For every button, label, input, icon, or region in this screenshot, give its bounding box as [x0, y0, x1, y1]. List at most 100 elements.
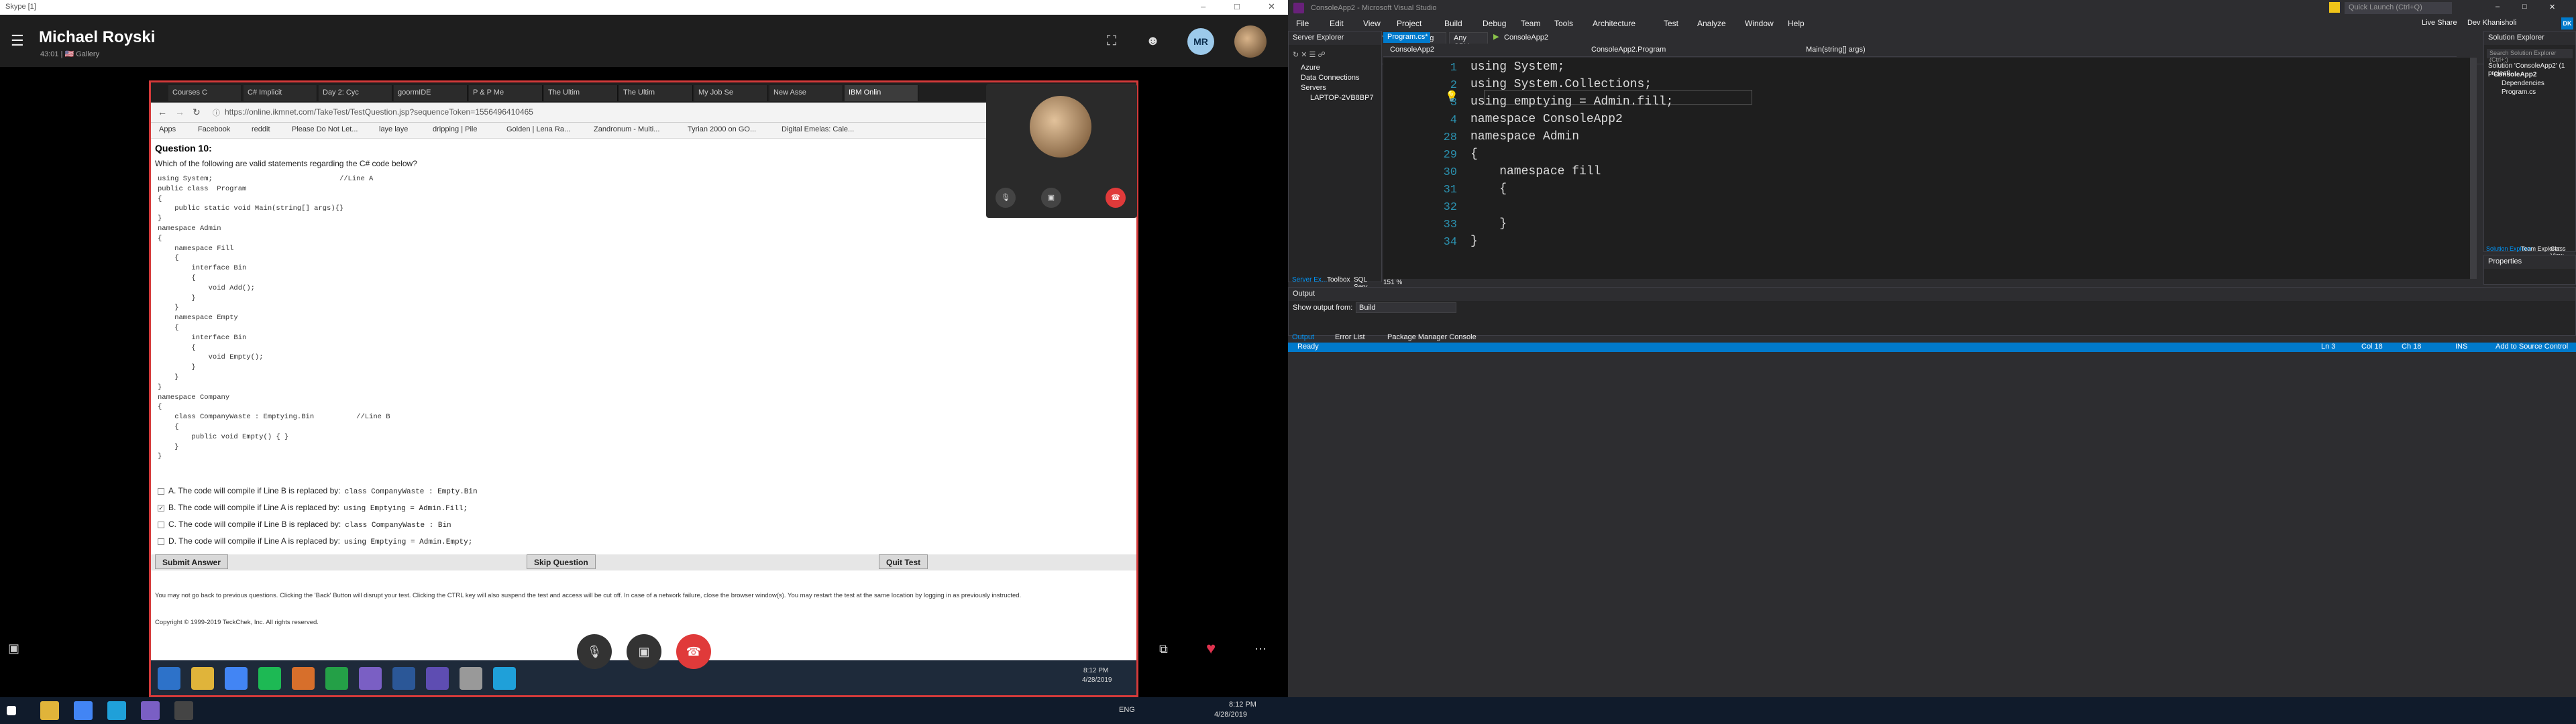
tree-item-azure[interactable]: Azure	[1301, 64, 1320, 72]
url-field[interactable]: https://online.ikmnet.com/TakeTest/TestQ…	[225, 107, 533, 117]
tab-error-list[interactable]: Error List	[1335, 333, 1365, 341]
skype-icon[interactable]	[107, 701, 126, 720]
more-options-icon[interactable]: ⋯	[1254, 642, 1267, 656]
tree-item-project[interactable]: ConsoleApp2	[2493, 71, 2536, 78]
visual-studio-icon-2[interactable]	[426, 667, 449, 690]
browser-tab[interactable]: The Ultim	[544, 85, 618, 101]
quit-test-button[interactable]: Quit Test	[879, 554, 928, 569]
start-icon[interactable]: ▶	[1493, 32, 1499, 41]
code-line[interactable]: namespace ConsoleApp2	[1470, 113, 1623, 126]
browser-tab[interactable]: C# Implicit	[244, 85, 317, 101]
browser-tab[interactable]: Courses C	[168, 85, 242, 101]
clock-time[interactable]: 8:12 PM	[1229, 701, 1256, 709]
user-avatar[interactable]: DK	[2561, 17, 2573, 29]
close-icon[interactable]: ✕	[2549, 3, 2555, 11]
tree-item-servers[interactable]: Servers	[1301, 84, 1326, 92]
tab-output[interactable]: Output	[1292, 333, 1314, 341]
bookmark-item[interactable]: Tyrian 2000 on GO...	[688, 125, 756, 133]
browser-tab[interactable]: My Job Se	[694, 85, 768, 101]
platform-select[interactable]: Any CPU	[1449, 32, 1488, 50]
tree-item-dependencies[interactable]: Dependencies	[2502, 80, 2544, 87]
nav-class[interactable]: ConsoleApp2.Program	[1591, 46, 1666, 54]
checkbox[interactable]: ✓	[158, 504, 164, 511]
browser-tab[interactable]: New Asse	[769, 85, 843, 101]
app-icon[interactable]	[292, 667, 315, 690]
skype-icon[interactable]	[493, 667, 516, 690]
maximize-icon[interactable]: □	[1234, 1, 1240, 11]
word-icon[interactable]	[392, 667, 415, 690]
menu-item-debug[interactable]: Debug	[1483, 19, 1506, 28]
code-editor[interactable]: 💡 1 using System; 2 using System.Collection…	[1383, 58, 2477, 279]
filter-icon[interactable]	[2329, 2, 2340, 13]
menu-item-file[interactable]: File	[1296, 19, 1309, 28]
add-person-icon[interactable]: ☻	[1146, 34, 1160, 49]
answer-option[interactable]: ✓ B. The code will compile if Line A is r…	[158, 503, 468, 513]
tab-server-explorer[interactable]: Server Ex...	[1292, 276, 1327, 284]
code-line[interactable]: {	[1470, 182, 1507, 196]
visual-studio-icon[interactable]	[141, 701, 160, 720]
browser-tab-active[interactable]: IBM Onlin	[845, 85, 918, 101]
editor-tab[interactable]: Program.cs*	[1383, 32, 1430, 43]
contact-avatar[interactable]	[1234, 25, 1267, 58]
start-button[interactable]: ConsoleApp2	[1504, 34, 1548, 42]
mic-off-button[interactable]: 🎙	[577, 634, 612, 669]
tree-item-data-connections[interactable]: Data Connections	[1301, 74, 1359, 82]
tab-toolbox[interactable]: Toolbox	[1327, 276, 1350, 284]
explorer-icon[interactable]	[191, 667, 214, 690]
visual-studio-icon[interactable]	[359, 667, 382, 690]
clock-date[interactable]: 4/28/2019	[1214, 711, 1247, 719]
spotify-icon[interactable]	[258, 667, 281, 690]
checkbox[interactable]	[158, 538, 164, 545]
bookmark-item[interactable]: Please Do Not Let...	[292, 125, 358, 133]
end-call-button[interactable]: ☎	[676, 634, 711, 669]
hang-up-icon[interactable]: ☎	[1106, 188, 1126, 208]
code-line[interactable]: {	[1470, 147, 1478, 161]
tab-package-manager[interactable]: Package Manager Console	[1387, 333, 1477, 341]
bookmark-item[interactable]: reddit	[252, 125, 270, 133]
mute-icon[interactable]: 🎙	[996, 188, 1016, 208]
app-icon-2[interactable]	[460, 667, 482, 690]
menu-item-tools[interactable]: Tools	[1554, 19, 1573, 28]
code-line[interactable]: namespace Admin	[1470, 130, 1579, 143]
code-line[interactable]: }	[1470, 217, 1507, 231]
solution-search-input[interactable]: Search Solution Explorer (Ctrl+;)	[2487, 49, 2573, 63]
terminal-icon[interactable]	[174, 701, 193, 720]
share-screen-icon[interactable]: ⧉	[1159, 642, 1168, 656]
live-share-button[interactable]: Live Share	[2422, 19, 2457, 27]
answer-option[interactable]: A. The code will compile if Line B is re…	[158, 486, 478, 496]
vscode-icon[interactable]	[325, 667, 348, 690]
menu-item-edit[interactable]: Edit	[1330, 19, 1344, 28]
bookmark-item[interactable]: dripping | Pile	[433, 125, 477, 133]
output-source-select[interactable]: Build	[1356, 302, 1456, 313]
quick-launch-input[interactable]: Quick Launch (Ctrl+Q)	[2345, 2, 2452, 14]
bookmark-item[interactable]: Zandronum - Multi...	[594, 125, 659, 133]
bookmark-item[interactable]: Apps	[159, 125, 176, 133]
minimize-icon[interactable]: –	[1201, 1, 1205, 11]
camera-off-button[interactable]: ▣	[627, 634, 661, 669]
user-name[interactable]: Dev Khanisholi	[2467, 19, 2516, 27]
chrome-icon[interactable]	[225, 667, 248, 690]
menu-item-team[interactable]: Team	[1521, 19, 1540, 28]
browser-tab[interactable]: goormIDE	[394, 85, 468, 101]
heart-icon[interactable]: ♥	[1206, 640, 1216, 658]
menu-item-project[interactable]: Project	[1397, 19, 1421, 28]
menu-item-analyze[interactable]: Analyze	[1697, 19, 1726, 28]
forward-icon[interactable]: →	[175, 107, 184, 117]
code-line[interactable]: }	[1470, 235, 1478, 248]
language-indicator[interactable]: ENG	[1119, 706, 1135, 714]
skip-question-button[interactable]: Skip Question	[527, 554, 596, 569]
answer-option[interactable]: D. The code will compile if Line A is re…	[158, 536, 472, 546]
bookmark-item[interactable]: laye laye	[379, 125, 408, 133]
fullscreen-icon[interactable]: ⛶	[1107, 34, 1116, 49]
nav-project[interactable]: ConsoleApp2	[1390, 46, 1434, 54]
bookmark-item[interactable]: Digital Emelas: Cale...	[782, 125, 854, 133]
refresh-icon[interactable]: ↻ ✕ ☰ ☍	[1293, 50, 1326, 59]
code-line[interactable]: using emptying = Admin.fill;	[1470, 95, 1673, 109]
file-explorer-icon[interactable]	[40, 701, 59, 720]
menu-item-window[interactable]: Window	[1745, 19, 1774, 28]
nav-member[interactable]: Main(string[] args)	[1806, 46, 1866, 54]
chrome-icon[interactable]	[74, 701, 93, 720]
menu-item-architecture[interactable]: Architecture	[1593, 19, 1635, 28]
code-line[interactable]: namespace fill	[1470, 165, 1601, 178]
tree-item-laptop[interactable]: LAPTOP-2VB8BP7	[1310, 94, 1374, 102]
